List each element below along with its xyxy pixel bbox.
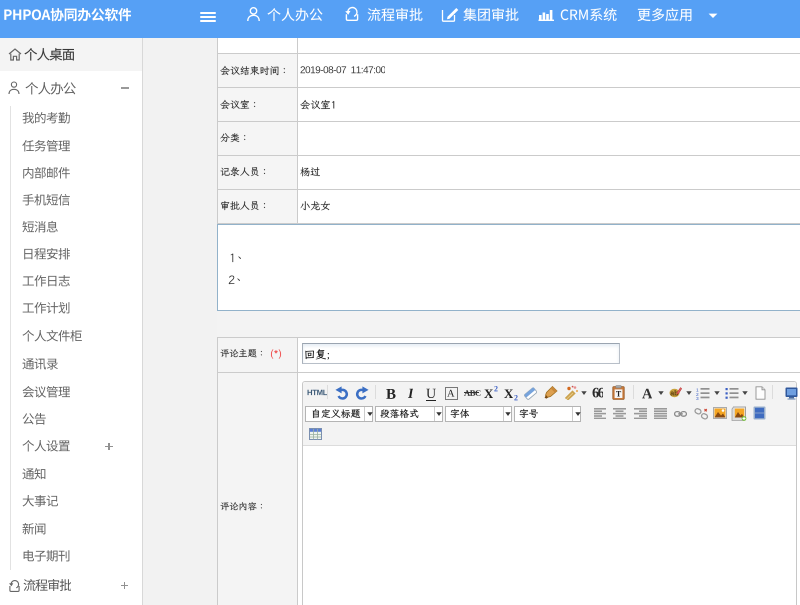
- svg-text:3: 3: [696, 396, 699, 400]
- svg-text:T: T: [616, 390, 622, 399]
